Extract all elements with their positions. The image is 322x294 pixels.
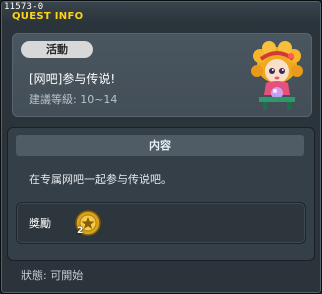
quest-recommended-level: 建議等級: 10~14 xyxy=(29,93,118,106)
quest-status: 狀態: 可開始 xyxy=(21,269,84,282)
quest-info-window: 11573-0 QUEST INFO 活動 [网吧]参与传说! 建議等級: 10… xyxy=(0,0,322,294)
content-header: 内容 xyxy=(16,135,304,156)
reward-label: 獎勵 xyxy=(29,217,51,230)
reward-box: 獎勵 2 xyxy=(16,202,306,244)
quest-type-badge: 活動 xyxy=(21,41,93,58)
npc-portrait xyxy=(251,41,303,110)
quest-description: 在专属网吧一起参与传说吧。 xyxy=(29,173,172,186)
reward-item-count: 2 xyxy=(77,226,84,236)
window-title: QUEST INFO xyxy=(12,11,84,22)
quest-title: [网吧]参与传说! xyxy=(29,72,116,86)
quest-details-panel: 内容 在专属网吧一起参与传说吧。 獎勵 2 xyxy=(7,127,315,261)
quest-summary-panel: 活動 [网吧]参与传说! 建議等級: 10~14 xyxy=(12,33,312,117)
